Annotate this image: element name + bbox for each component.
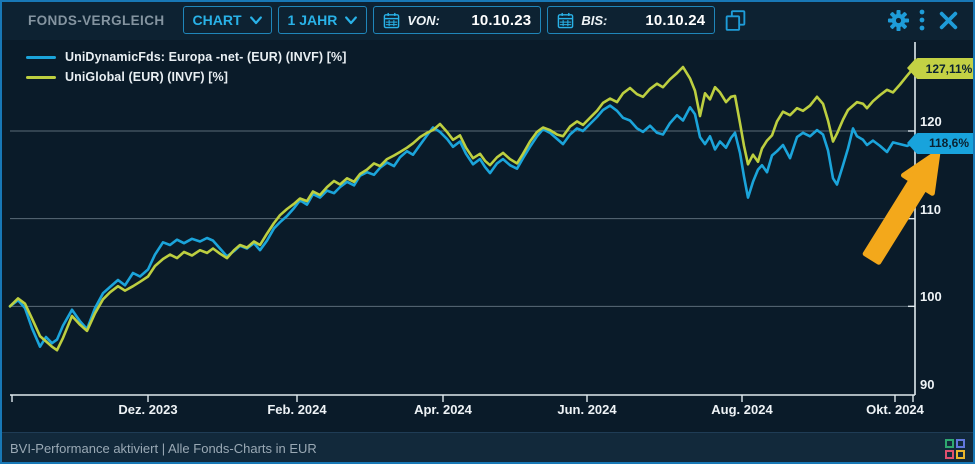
copy-icon [723, 8, 748, 33]
badge-value: 127,11% [926, 62, 973, 76]
series-line-unidynamic [10, 106, 913, 347]
grid-square-blue [956, 439, 965, 448]
status-text: BVI-Performance aktiviert | Alle Fonds-C… [10, 441, 317, 456]
chart-type-dropdown-label: CHART [193, 12, 242, 28]
close-button[interactable] [938, 10, 959, 31]
gear-icon [887, 9, 910, 32]
x-axis-label: Apr. 2024 [398, 402, 488, 417]
x-axis-label: Dez. 2023 [103, 402, 193, 417]
value-badge-unidynamic: 118,6% [916, 133, 975, 154]
x-axis-label: Feb. 2024 [252, 402, 342, 417]
badge-value: 118,6% [929, 136, 969, 150]
date-to-label: BIS: [581, 13, 607, 28]
legend-line-swatch [26, 56, 56, 59]
date-to-field[interactable]: BIS: 10.10.24 [547, 6, 715, 34]
settings-button[interactable] [887, 9, 910, 32]
date-from-field[interactable]: VON: 10.10.23 [373, 6, 541, 34]
y-axis-label: 110 [920, 202, 941, 217]
chevron-down-icon [345, 16, 357, 25]
x-axis-label: Okt. 2024 [850, 402, 940, 417]
chart-legend: UniDynamicFds: Europa -net- (EUR) (INVF)… [26, 47, 346, 87]
date-to-value: 10.10.24 [645, 12, 705, 29]
copy-chart-button[interactable] [723, 8, 748, 33]
close-icon [938, 10, 959, 31]
x-axis-label: Aug. 2024 [697, 402, 787, 417]
y-axis-label: 100 [920, 289, 942, 304]
grid-square-red [945, 450, 954, 459]
legend-label: UniGlobal (EUR) (INVF) [%] [65, 70, 228, 84]
y-axis-label: 90 [920, 377, 934, 392]
y-axis-label: 120 [920, 114, 942, 129]
more-options-button[interactable] [918, 8, 926, 32]
toolbar: FONDS-VERGLEICH CHART 1 JAHR [0, 0, 975, 40]
value-badge-uniglobal: 127,11% [916, 58, 975, 79]
fund-comparison-window: FONDS-VERGLEICH CHART 1 JAHR [0, 0, 975, 464]
date-from-label: VON: [407, 13, 440, 28]
date-from-value: 10.10.23 [471, 12, 531, 29]
chart-type-dropdown[interactable]: CHART [183, 6, 272, 34]
period-dropdown[interactable]: 1 JAHR [278, 6, 368, 34]
period-dropdown-label: 1 JAHR [288, 12, 338, 28]
chevron-down-icon [250, 16, 262, 25]
apps-grid-icon[interactable] [945, 439, 965, 459]
grid-square-yellow [956, 450, 965, 459]
kebab-menu-icon [918, 8, 926, 32]
legend-line-swatch [26, 76, 56, 79]
calendar-icon [383, 12, 400, 29]
x-axis-label: Jun. 2024 [542, 402, 632, 417]
legend-label: UniDynamicFds: Europa -net- (EUR) (INVF)… [65, 50, 346, 64]
grid-square-green [945, 439, 954, 448]
legend-item-unidynamic: UniDynamicFds: Europa -net- (EUR) (INVF)… [26, 47, 346, 67]
legend-item-uniglobal: UniGlobal (EUR) (INVF) [%] [26, 67, 346, 87]
window-title: FONDS-VERGLEICH [28, 13, 165, 28]
series-line-uniglobal [10, 67, 913, 350]
calendar-icon [557, 12, 574, 29]
status-bar: BVI-Performance aktiviert | Alle Fonds-C… [0, 432, 975, 464]
